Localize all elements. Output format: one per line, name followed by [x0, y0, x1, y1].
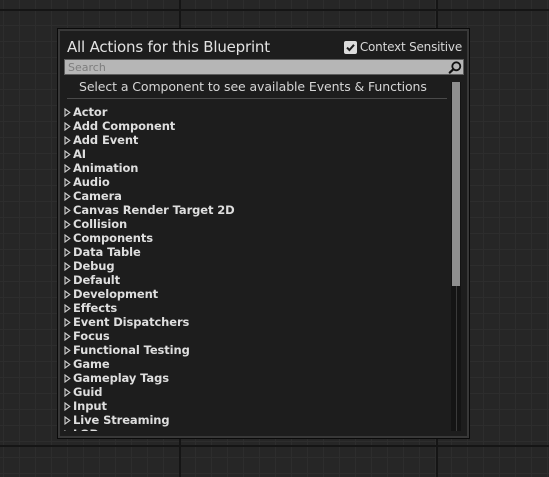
category-item[interactable]: Live Streaming [64, 413, 449, 427]
category-label: Event Dispatchers [73, 315, 190, 329]
category-label: Development [73, 287, 159, 301]
category-label: Guid [73, 385, 103, 399]
category-label: LOD [73, 427, 99, 431]
category-label: Focus [73, 329, 110, 343]
search-icon[interactable] [447, 60, 463, 74]
expand-arrow-icon[interactable] [64, 162, 72, 174]
expand-arrow-icon[interactable] [64, 330, 72, 342]
category-label: Default [73, 273, 121, 287]
expand-arrow-icon[interactable] [64, 288, 72, 300]
category-label: Actor [73, 105, 108, 119]
category-label: Canvas Render Target 2D [73, 203, 235, 217]
category-label: Camera [73, 189, 122, 203]
expand-arrow-icon[interactable] [64, 218, 72, 230]
divider [67, 98, 447, 99]
expand-arrow-icon[interactable] [64, 120, 72, 132]
scrollbar[interactable] [451, 82, 461, 431]
category-item[interactable]: Gameplay Tags [64, 371, 449, 385]
category-item[interactable]: Actor [64, 105, 449, 119]
category-item[interactable]: Default [64, 273, 449, 287]
expand-arrow-icon[interactable] [64, 246, 72, 258]
category-label: Input [73, 399, 107, 413]
expand-arrow-icon[interactable] [64, 260, 72, 272]
expand-arrow-icon[interactable] [64, 148, 72, 160]
category-label: Functional Testing [73, 343, 190, 357]
expand-arrow-icon[interactable] [64, 400, 72, 412]
category-item[interactable]: Animation [64, 161, 449, 175]
category-label: Gameplay Tags [73, 371, 169, 385]
expand-arrow-icon[interactable] [64, 316, 72, 328]
category-item[interactable]: Guid [64, 385, 449, 399]
category-item[interactable]: Game [64, 357, 449, 371]
panel-title: All Actions for this Blueprint [67, 38, 270, 56]
category-item[interactable]: Components [64, 231, 449, 245]
expand-arrow-icon[interactable] [64, 428, 72, 431]
category-item[interactable]: Add Event [64, 133, 449, 147]
category-item[interactable]: Functional Testing [64, 343, 449, 357]
category-label: Components [73, 231, 153, 245]
panel-header: All Actions for this Blueprint Context S… [67, 36, 462, 58]
category-item[interactable]: Effects [64, 301, 449, 315]
category-item[interactable]: Add Component [64, 119, 449, 133]
expand-arrow-icon[interactable] [64, 176, 72, 188]
category-item[interactable]: Canvas Render Target 2D [64, 203, 449, 217]
expand-arrow-icon[interactable] [64, 344, 72, 356]
category-item[interactable]: Input [64, 399, 449, 413]
expand-arrow-icon[interactable] [64, 302, 72, 314]
category-item[interactable]: Debug [64, 259, 449, 273]
category-item[interactable]: Camera [64, 189, 449, 203]
expand-arrow-icon[interactable] [64, 274, 72, 286]
category-label: Add Component [73, 119, 176, 133]
expand-arrow-icon[interactable] [64, 190, 72, 202]
category-item[interactable]: Development [64, 287, 449, 301]
expand-arrow-icon[interactable] [64, 414, 72, 426]
category-label: Add Event [73, 133, 139, 147]
hint-text: Select a Component to see available Even… [79, 79, 427, 94]
category-label: Audio [73, 175, 110, 189]
category-label: Collision [73, 217, 128, 231]
context-sensitive-checkbox[interactable] [343, 40, 357, 54]
category-item[interactable]: Audio [64, 175, 449, 189]
context-sensitive-toggle[interactable]: Context Sensitive [343, 40, 462, 54]
expand-arrow-icon[interactable] [64, 134, 72, 146]
search-input[interactable] [65, 60, 447, 74]
category-label: Data Table [73, 245, 141, 259]
expand-arrow-icon[interactable] [64, 358, 72, 370]
expand-arrow-icon[interactable] [64, 232, 72, 244]
category-label: Effects [73, 301, 118, 315]
search-box [64, 59, 464, 75]
category-item[interactable]: Data Table [64, 245, 449, 259]
scrollbar-thumb[interactable] [452, 82, 460, 286]
action-menu-panel: All Actions for this Blueprint Context S… [57, 28, 470, 439]
expand-arrow-icon[interactable] [64, 204, 72, 216]
expand-arrow-icon[interactable] [64, 106, 72, 118]
category-item[interactable]: AI [64, 147, 449, 161]
category-item[interactable]: Event Dispatchers [64, 315, 449, 329]
category-item[interactable]: LOD [64, 427, 449, 431]
category-label: Animation [73, 161, 139, 175]
check-icon [346, 43, 355, 51]
scrollbar-track [456, 286, 457, 431]
category-label: AI [73, 147, 86, 161]
expand-arrow-icon[interactable] [64, 372, 72, 384]
category-item[interactable]: Focus [64, 329, 449, 343]
category-label: Debug [73, 259, 115, 273]
category-label: Game [73, 357, 110, 371]
category-list: Actor Add Component Add Event AI Animation Au… [64, 103, 449, 431]
category-label: Live Streaming [73, 413, 170, 427]
expand-arrow-icon[interactable] [64, 386, 72, 398]
category-item[interactable]: Collision [64, 217, 449, 231]
action-list[interactable]: Actor Add Component Add Event AI Animation Au… [64, 103, 449, 431]
context-sensitive-label: Context Sensitive [359, 40, 462, 54]
